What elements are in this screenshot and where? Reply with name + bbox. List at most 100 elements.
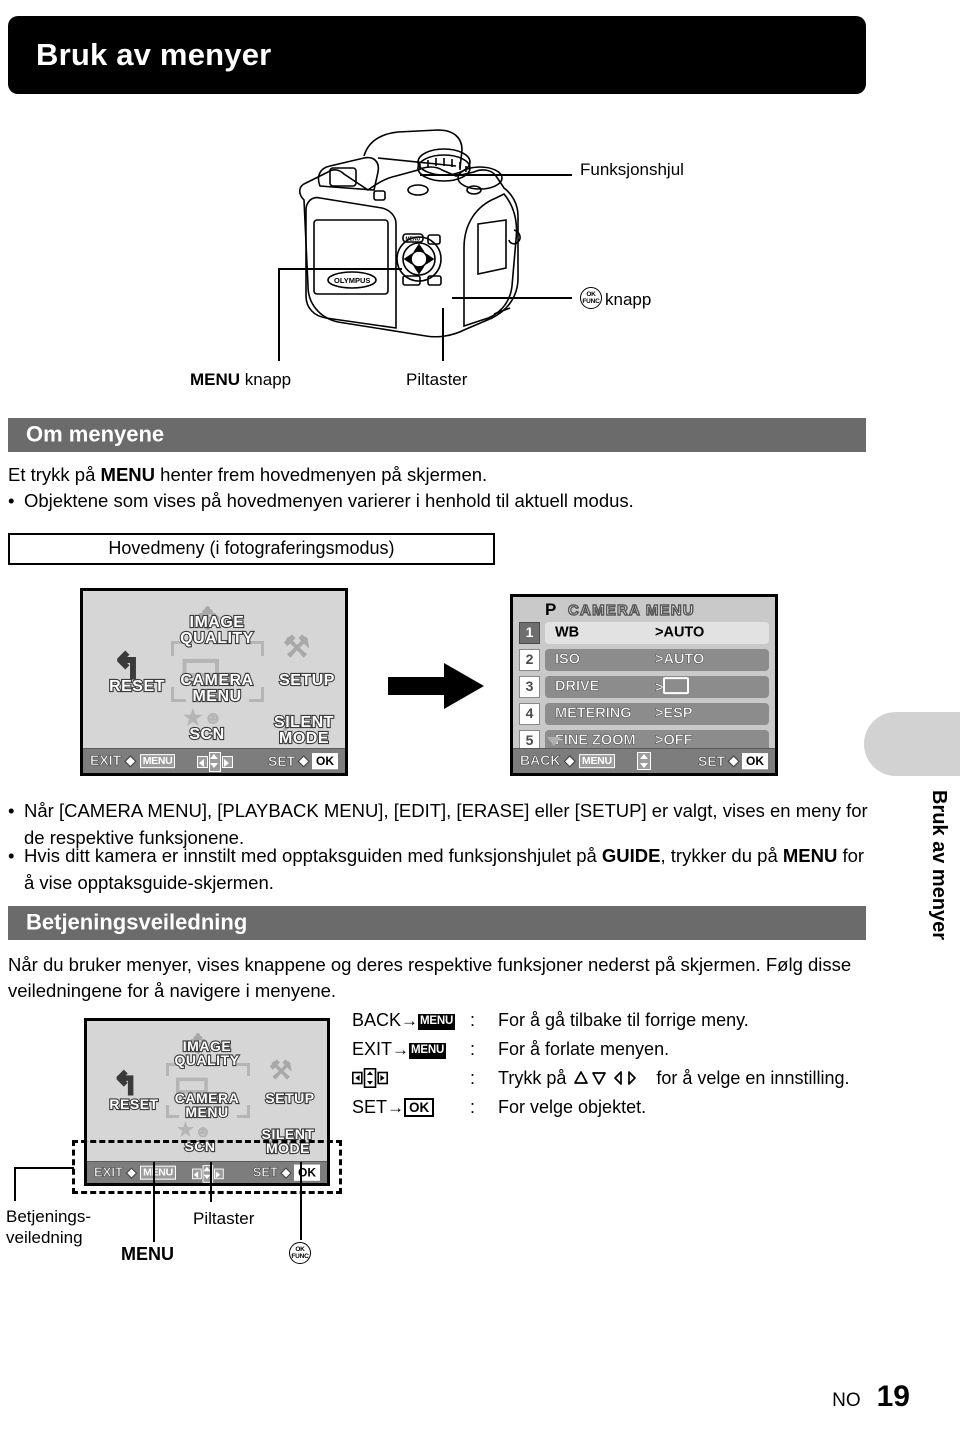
callout-line-arrow-pad [442,308,444,361]
about-bullet-1-text: Objektene som vises på hovedmenyen varie… [24,490,634,511]
camera-menu-row-drive[interactable]: 3 DRIVE > [519,675,769,700]
camera-menu-row-metering[interactable]: 4 METERING >ESP [519,702,769,727]
bullet-dot: • [8,845,15,866]
lcd-set-control[interactable]: SET ◆ OK [268,752,338,769]
row-number: 2 [519,649,540,671]
camera-illustration: MENU OLYMPUS [268,128,598,368]
legend-colon: : [470,1039,476,1059]
row-bar: METERING >ESP [545,703,769,725]
lcd-camera-set-control[interactable]: SET ◆ OK [698,752,768,769]
ok-func-icon: OK FUNC [580,287,602,309]
callout-line-arrowpad [210,1162,212,1202]
callout-label-mode-dial: Funksjonshjul [580,160,684,179]
side-tab-label: Bruk av menyer [928,790,950,941]
row-bar: DRIVE > [545,676,769,698]
menu-item-setup[interactable]: SETUP [255,1090,325,1107]
section-title-guide: Betjeningsveiledning [26,909,248,935]
legend-row-exit: EXIT→ MENU : For å forlate menyen. [352,1039,872,1068]
ok-func-icon: OK FUNC [289,1242,311,1264]
section-header-guide: Betjeningsveiledning [8,906,866,940]
guide-paragraph: Når du bruker menyer, vises knappene og … [8,954,852,1002]
row-value-wrap: >OFF [655,732,693,749]
bullet-dot: • [8,490,15,511]
row-label: METERING [555,705,632,722]
camera-menu-row-iso[interactable]: 2 ISO >AUTO [519,648,769,673]
callout-line-ok-button [452,297,572,299]
main-menu-items: ✥ ▭ ★ ☻ ⚒ ♪ ↰ IMAGE QUALITY RESET CAMERA… [83,591,345,773]
row-value: AUTO [663,624,705,641]
page-title: Bruk av menyer [36,37,272,72]
lcd-camera-menu-screen: P CAMERA MENU 1 WB >AUTO 2 ISO >AUTO 3 D… [510,594,778,776]
camera-menu-row-wb[interactable]: 1 WB >AUTO [519,621,769,646]
legend-colon: : [470,1068,476,1088]
setup-wrench-icon: ⚒ [269,1055,293,1085]
svg-text:OLYMPUS: OLYMPUS [334,276,370,285]
row-number: 4 [519,703,540,725]
about-paragraph: Et trykk på MENU henter frem hovedmenyen… [8,462,858,488]
row-label: DRIVE [555,678,600,695]
legend-key-back: BACK→ MENU [352,1010,456,1030]
note-bullet-2-text: Hvis ditt kamera er innstilt med opptaks… [24,845,865,893]
menu-key-icon: MENU [409,1043,447,1059]
lcd-pad-4way-icon [197,752,233,772]
legend-colon: : [470,1010,476,1030]
operation-guide-legend: BACK→ MENU : For å gå tilbake til forrige… [352,1010,872,1126]
lcd-set-chip: OK [312,752,338,769]
callout-line-menu [153,1162,155,1242]
setup-wrench-icon: ⚒ [283,631,310,664]
menu-item-silent-mode[interactable]: SILENT MODE [259,713,349,748]
legend-colon: : [470,1097,476,1117]
menu-item-camera-menu[interactable]: CAMERA MENU [159,671,275,706]
row-value: AUTO [663,651,705,668]
lcd-set-label: SET [267,752,296,769]
legend-value-back: For å gå tilbake til forrige meny. [498,1010,749,1030]
lcd-back-arrow: ◆ [564,752,576,769]
lcd-back-label: BACK [520,752,561,769]
single-frame-icon [663,677,690,695]
camera-menu-title: CAMERA MENU [567,601,695,619]
flow-arrow-icon [388,663,484,714]
menu-key-icon: MENU [418,1014,456,1030]
lcd-bottom-bar: EXIT ◆ MENU SET ◆ OK [83,748,345,773]
lcd-camera-bottom-bar: BACK ◆ MENU SET ◆ OK [513,748,775,773]
section-title-about: Om menyene [26,421,165,447]
row-value-wrap: > [655,677,690,696]
callout-line-guide-v [14,1167,16,1201]
note-bullet-2: • Hvis ditt kamera er innstilt med oppta… [8,843,870,897]
bottom-callout-guide: Betjenings- veiledning [6,1207,92,1248]
legend-row-arrowpad: : Trykk på for å velge en innstilling. [352,1068,872,1097]
footer-locale: NO [832,1390,861,1411]
page-title-bar: Bruk av menyer [8,16,866,94]
lcd-camera-set-chip: OK [742,752,768,769]
lcd-camera-set-label: SET [697,752,726,769]
scroll-down-indicator-icon [547,737,561,746]
row-label: WB [555,624,580,641]
camera-menu-rows: 1 WB >AUTO 2 ISO >AUTO 3 DRIVE > 4 METER… [513,621,775,752]
guide-mode-bold: GUIDE [601,845,661,866]
row-value-wrap: >ESP [655,705,693,722]
menu-item-camera-menu[interactable]: CAMERA MENU [153,1090,261,1120]
callout-label-ok-button: OK FUNC knapp [580,287,651,310]
legend-row-set: SET→ OK : For velge objektet. [352,1097,872,1126]
caption-box-text: Hovedmeny (i fotograferingsmodus) [108,538,395,559]
bottom-callout-ok: OK FUNC [289,1242,314,1265]
row-label: FINE ZOOM [555,732,636,749]
ok-button-label: knapp [605,290,652,309]
lcd-pad-updown-icon [637,752,651,770]
legend-value-exit: For å forlate menyen. [498,1039,670,1059]
menu-item-setup[interactable]: SETUP [269,671,345,690]
bottom-callout-menu: MENU [121,1244,174,1264]
menu-item-image-quality[interactable]: IMAGE QUALITY [153,1038,261,1068]
menu-item-image-quality[interactable]: IMAGE QUALITY [159,613,275,648]
row-value: ESP [663,705,693,722]
camera-menu-mode: P [545,600,557,619]
callout-line-guide-h [14,1167,74,1169]
lcd-exit-control[interactable]: EXIT ◆ MENU [90,752,176,769]
menu-item-scn[interactable]: SCN [169,725,245,744]
lcd-back-control[interactable]: BACK ◆ MENU [520,752,615,769]
footer-page-number: 19 [876,1380,910,1413]
callout-label-menu-button: MENU knapp [190,370,292,389]
direction-arrows-icon [571,1068,651,1093]
bullet-dot: • [8,800,15,821]
about-line1-post: henter frem hovedmenyen på skjermen. [155,464,488,485]
